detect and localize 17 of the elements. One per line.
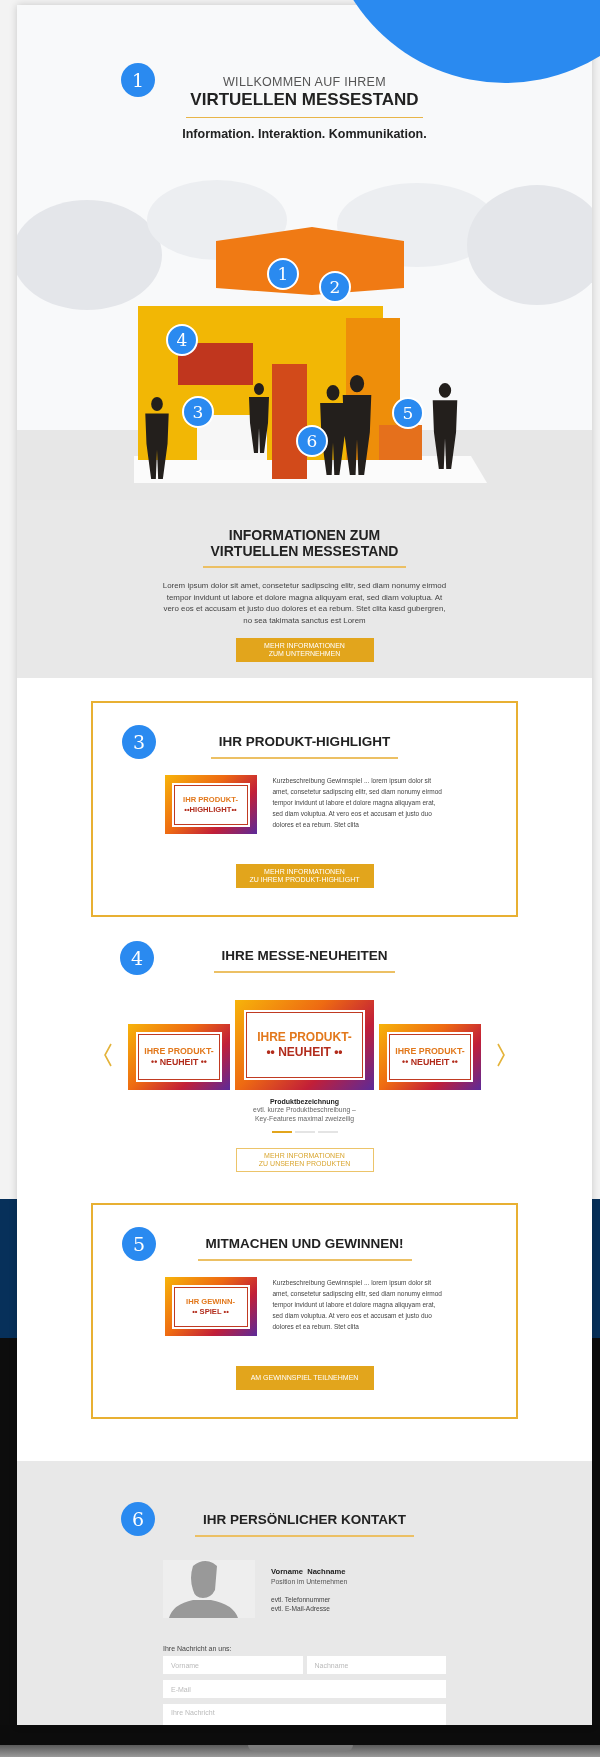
section-title: IHRE MESSE-NEUHEITEN bbox=[213, 948, 396, 973]
hero-tagline: Information. Interaktion. Kommunikation. bbox=[182, 127, 427, 141]
chevron-right-icon[interactable] bbox=[496, 1043, 506, 1067]
number-badge: 3 bbox=[122, 725, 156, 759]
number-badge: 4 bbox=[120, 941, 154, 975]
section-title: MITMACHEN UND GEWINNEN! bbox=[197, 1236, 412, 1261]
number-badge: 5 bbox=[122, 1227, 156, 1261]
number-badge: 6 bbox=[121, 1502, 155, 1536]
hero-title: VIRTUELLEN MESSESTAND bbox=[186, 90, 423, 118]
section-title: IHR PRODUKT-HIGHLIGHT bbox=[210, 734, 399, 759]
chevron-left-icon[interactable] bbox=[103, 1043, 113, 1067]
product-banner[interactable]: IHRE PRODUKT- •• NEUHEIT •• bbox=[235, 1000, 374, 1090]
hero-kicker: WILLKOMMEN AUF IHREM bbox=[223, 75, 386, 90]
product-banner[interactable]: IHRE PRODUKT- •• NEUHEIT •• bbox=[379, 1024, 481, 1090]
section-title: INFORMATIONEN ZUM VIRTUELLEN MESSESTAND bbox=[202, 527, 407, 568]
section-title: IHR PERSÖNLICHER KONTAKT bbox=[195, 1512, 414, 1537]
product-banner[interactable]: IHRE PRODUKT- •• NEUHEIT •• bbox=[128, 1024, 230, 1090]
